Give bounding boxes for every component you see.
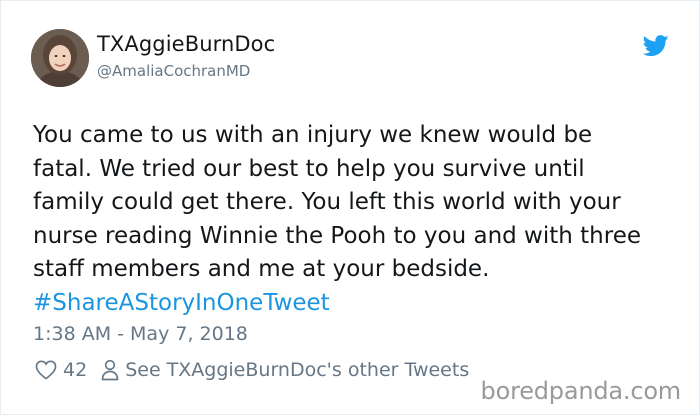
tweet-text: You came to us with an injury we knew wo… [33,119,683,320]
hashtag-link[interactable]: #ShareAStoryInOneTweet [33,287,683,321]
avatar-photo [31,29,89,87]
see-other-tweets-link[interactable]: See TXAggieBurnDoc's other Tweets [101,359,469,381]
see-other-tweets-label: See TXAggieBurnDoc's other Tweets [125,359,470,381]
display-name[interactable]: TXAggieBurnDoc [97,32,275,56]
like-count: 42 [63,359,88,381]
tweet-timestamp[interactable]: 1:38 AM - May 7, 2018 [33,323,248,345]
user-handle[interactable]: @AmaliaCochranMD [97,62,250,80]
watermark: boredpanda.com [480,377,682,405]
person-icon [101,359,119,381]
like-button[interactable]: 42 [35,359,101,381]
tweet-actions: 42 See TXAggieBurnDoc's other Tweets [35,359,469,381]
tweet-body: You came to us with an injury we knew wo… [33,122,642,282]
heart-icon [35,360,57,380]
tweet-card: TXAggieBurnDoc @AmaliaCochranMD You came… [0,0,700,415]
avatar[interactable] [31,29,89,87]
twitter-bird-icon[interactable] [642,35,669,57]
